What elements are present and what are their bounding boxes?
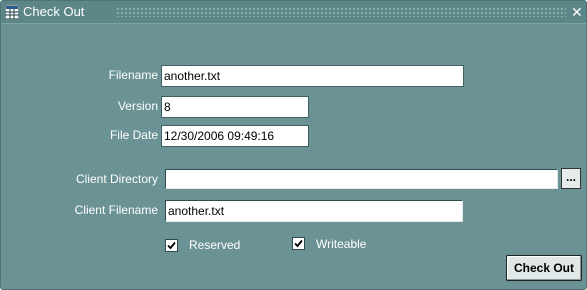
check-out-dialog: Check Out ✕ Filename another.txt Version… <box>0 0 587 290</box>
writeable-checkbox[interactable] <box>292 237 305 250</box>
checkmark-icon <box>294 239 303 248</box>
writeable-label: Writeable <box>316 237 367 251</box>
client-directory-input[interactable] <box>165 169 558 189</box>
version-label: Version <box>117 99 158 113</box>
filename-field[interactable]: another.txt <box>161 65 464 87</box>
client-filename-label: Client Filename <box>74 203 158 217</box>
client-filename-input[interactable]: another.txt <box>165 200 463 222</box>
check-out-button[interactable]: Check Out <box>506 255 582 281</box>
browse-button[interactable]: ... <box>561 168 581 189</box>
title-bar[interactable]: Check Out ✕ <box>1 1 586 24</box>
reserved-checkbox[interactable] <box>165 239 178 252</box>
file-date-field[interactable]: 12/30/2006 09:49:16 <box>161 125 309 147</box>
window-title: Check Out <box>23 4 85 19</box>
filename-label: Filename <box>108 68 158 82</box>
file-date-label: File Date <box>109 128 158 142</box>
version-field[interactable]: 8 <box>161 96 309 118</box>
client-directory-label: Client Directory <box>75 172 158 186</box>
close-icon[interactable]: ✕ <box>571 4 583 20</box>
reserved-label: Reserved <box>189 238 241 252</box>
title-bar-grip <box>116 7 566 17</box>
checkmark-icon <box>167 241 176 250</box>
grid-app-icon <box>4 4 20 20</box>
